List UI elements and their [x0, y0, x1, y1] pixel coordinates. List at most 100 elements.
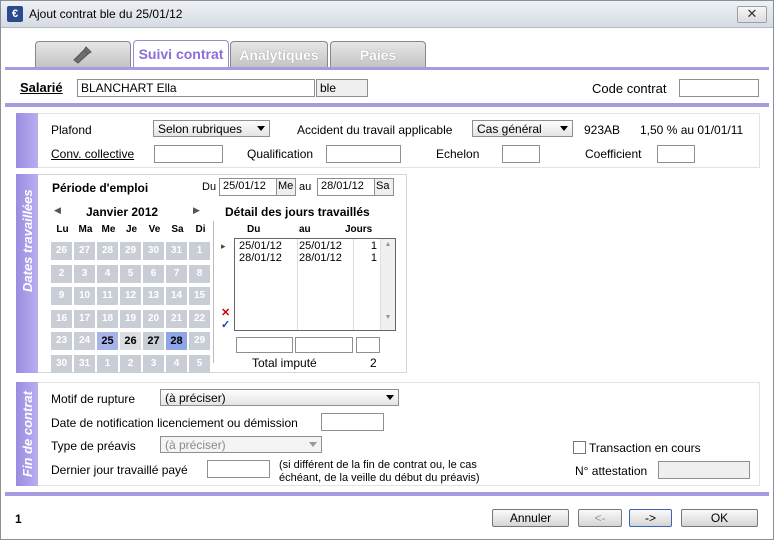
calendar-day[interactable]: 12	[120, 287, 141, 305]
calendar-day[interactable]: 5	[189, 354, 210, 373]
previous-button[interactable]: <-	[578, 509, 622, 527]
tab-underline	[5, 67, 769, 70]
calendar-day[interactable]: 8	[189, 264, 210, 283]
calendar-day[interactable]: 27	[143, 332, 164, 350]
accident-value: Cas général	[477, 122, 542, 136]
plafond-label: Plafond	[51, 123, 92, 137]
detail-cell-du: 28/01/12	[239, 252, 282, 264]
calendar-day[interactable]: 21	[166, 309, 187, 328]
chevron-down-icon	[257, 126, 265, 131]
salarie-field[interactable]: BLANCHART Ella	[77, 79, 315, 97]
preavis-label: Type de préavis	[51, 439, 136, 453]
detail-header-du: Du	[247, 224, 261, 235]
detail-list[interactable]: ▲ ▼ 25/01/12 25/01/12 1 28/01/12 28/01/12 1	[234, 238, 396, 331]
divider	[5, 103, 769, 107]
new-du-field[interactable]	[236, 337, 293, 353]
tab-main[interactable]	[35, 41, 131, 67]
detail-title: Détail des jours travaillés	[225, 205, 370, 219]
detail-cell-au: 28/01/12	[299, 252, 342, 264]
calendar-day[interactable]: 23	[51, 332, 72, 350]
calendar-day[interactable]: 1	[189, 242, 210, 260]
du-date-field[interactable]: 25/01/12	[219, 178, 277, 196]
calendar-day[interactable]: 29	[189, 332, 210, 350]
scroll-down-icon[interactable]: ▼	[381, 314, 395, 321]
detail-header-au: au	[299, 224, 311, 235]
accident-code: 923AB	[584, 123, 621, 137]
calendar-day[interactable]: 9	[51, 287, 72, 305]
validate-icon[interactable]: ✓	[221, 318, 230, 331]
calendar-day[interactable]: 30	[51, 354, 72, 373]
calendar-day[interactable]: 31	[74, 354, 95, 373]
ok-button[interactable]: OK	[681, 509, 758, 527]
calendar-next-icon[interactable]: ▶	[193, 205, 200, 216]
calendar-day[interactable]: 11	[97, 287, 118, 305]
next-button[interactable]: ->	[629, 509, 672, 527]
calendar-day[interactable]: 22	[189, 309, 210, 328]
close-button[interactable]: ✕	[737, 6, 767, 23]
calendar-day[interactable]: 1	[97, 354, 118, 373]
calendar-divider	[213, 221, 214, 363]
calendar-day[interactable]: 25	[97, 332, 118, 350]
annuler-button[interactable]: Annuler	[492, 509, 569, 527]
calendar-day[interactable]: 29	[120, 242, 141, 260]
motif-select[interactable]: (à préciser)	[160, 389, 399, 406]
calendar-day[interactable]: 15	[189, 287, 210, 305]
calendar-day[interactable]: 16	[51, 309, 72, 328]
calendar-day[interactable]: 2	[51, 264, 72, 283]
transaction-checkbox[interactable]	[573, 441, 586, 454]
calendar-day[interactable]: 31	[166, 242, 187, 260]
plafond-select[interactable]: Selon rubriques	[153, 120, 270, 137]
calendar-day[interactable]: 19	[120, 309, 141, 328]
tab-suivi-contrat[interactable]: Suivi contrat	[133, 40, 229, 68]
calendar-day[interactable]: 26	[51, 242, 72, 260]
calendar-day[interactable]: 5	[120, 264, 141, 283]
chevron-down-icon	[386, 395, 394, 400]
dates-section-label: Dates travaillées	[20, 189, 35, 292]
conv-collective-field[interactable]	[154, 145, 223, 163]
new-jours-field[interactable]	[356, 337, 380, 353]
col-sep	[297, 239, 298, 330]
calendar-day[interactable]: 17	[74, 309, 95, 328]
calendar-day[interactable]: 2	[120, 354, 141, 373]
calendar-day[interactable]: 14	[166, 287, 187, 305]
au-date-field[interactable]: 28/01/12	[317, 178, 375, 196]
new-au-field[interactable]	[295, 337, 353, 353]
calendar-day[interactable]: 13	[143, 287, 164, 305]
tab-paies[interactable]: Paies	[330, 41, 426, 67]
dates-side-panel: Dates travaillées	[16, 174, 38, 373]
calendar-day[interactable]: 7	[166, 264, 187, 283]
conv-collective-link[interactable]: Conv. collective	[51, 147, 134, 161]
calendar-day[interactable]: 24	[74, 332, 95, 350]
preavis-select[interactable]: (à préciser)	[160, 436, 322, 453]
calendar-day[interactable]: 3	[74, 264, 95, 283]
page-number: 1	[15, 512, 22, 526]
notification-field[interactable]	[321, 413, 384, 431]
coefficient-label: Coefficient	[585, 147, 642, 161]
echelon-field[interactable]	[502, 145, 540, 163]
calendar-day[interactable]: 20	[143, 309, 164, 328]
calendar-prev-icon[interactable]: ◀	[54, 205, 61, 216]
accident-select[interactable]: Cas général	[472, 120, 573, 137]
calendar-day[interactable]: 30	[143, 242, 164, 260]
calendar-day[interactable]: 4	[97, 264, 118, 283]
calendar-day[interactable]: 28	[166, 332, 187, 350]
tab-analytiques[interactable]: Analytiques	[230, 41, 328, 67]
calendar-day[interactable]: 6	[143, 264, 164, 283]
transaction-label: Transaction en cours	[589, 441, 701, 455]
du-label: Du	[202, 181, 217, 193]
chevron-down-icon	[309, 442, 317, 447]
calendar-day[interactable]: 28	[97, 242, 118, 260]
coefficient-field[interactable]	[657, 145, 695, 163]
calendar-day[interactable]: 4	[166, 354, 187, 373]
calendar-day[interactable]: 18	[97, 309, 118, 328]
calendar-day[interactable]: 27	[74, 242, 95, 260]
dernier-jour-field[interactable]	[207, 460, 270, 478]
code-contrat-field[interactable]	[679, 79, 759, 97]
qualification-field[interactable]	[326, 145, 401, 163]
detail-scrollbar[interactable]: ▲ ▼	[380, 239, 395, 330]
calendar-day[interactable]: 10	[74, 287, 95, 305]
salarie-label[interactable]: Salarié	[20, 80, 63, 95]
calendar-day[interactable]: 26	[120, 332, 141, 350]
scroll-up-icon[interactable]: ▲	[381, 241, 395, 248]
calendar-day[interactable]: 3	[143, 354, 164, 373]
